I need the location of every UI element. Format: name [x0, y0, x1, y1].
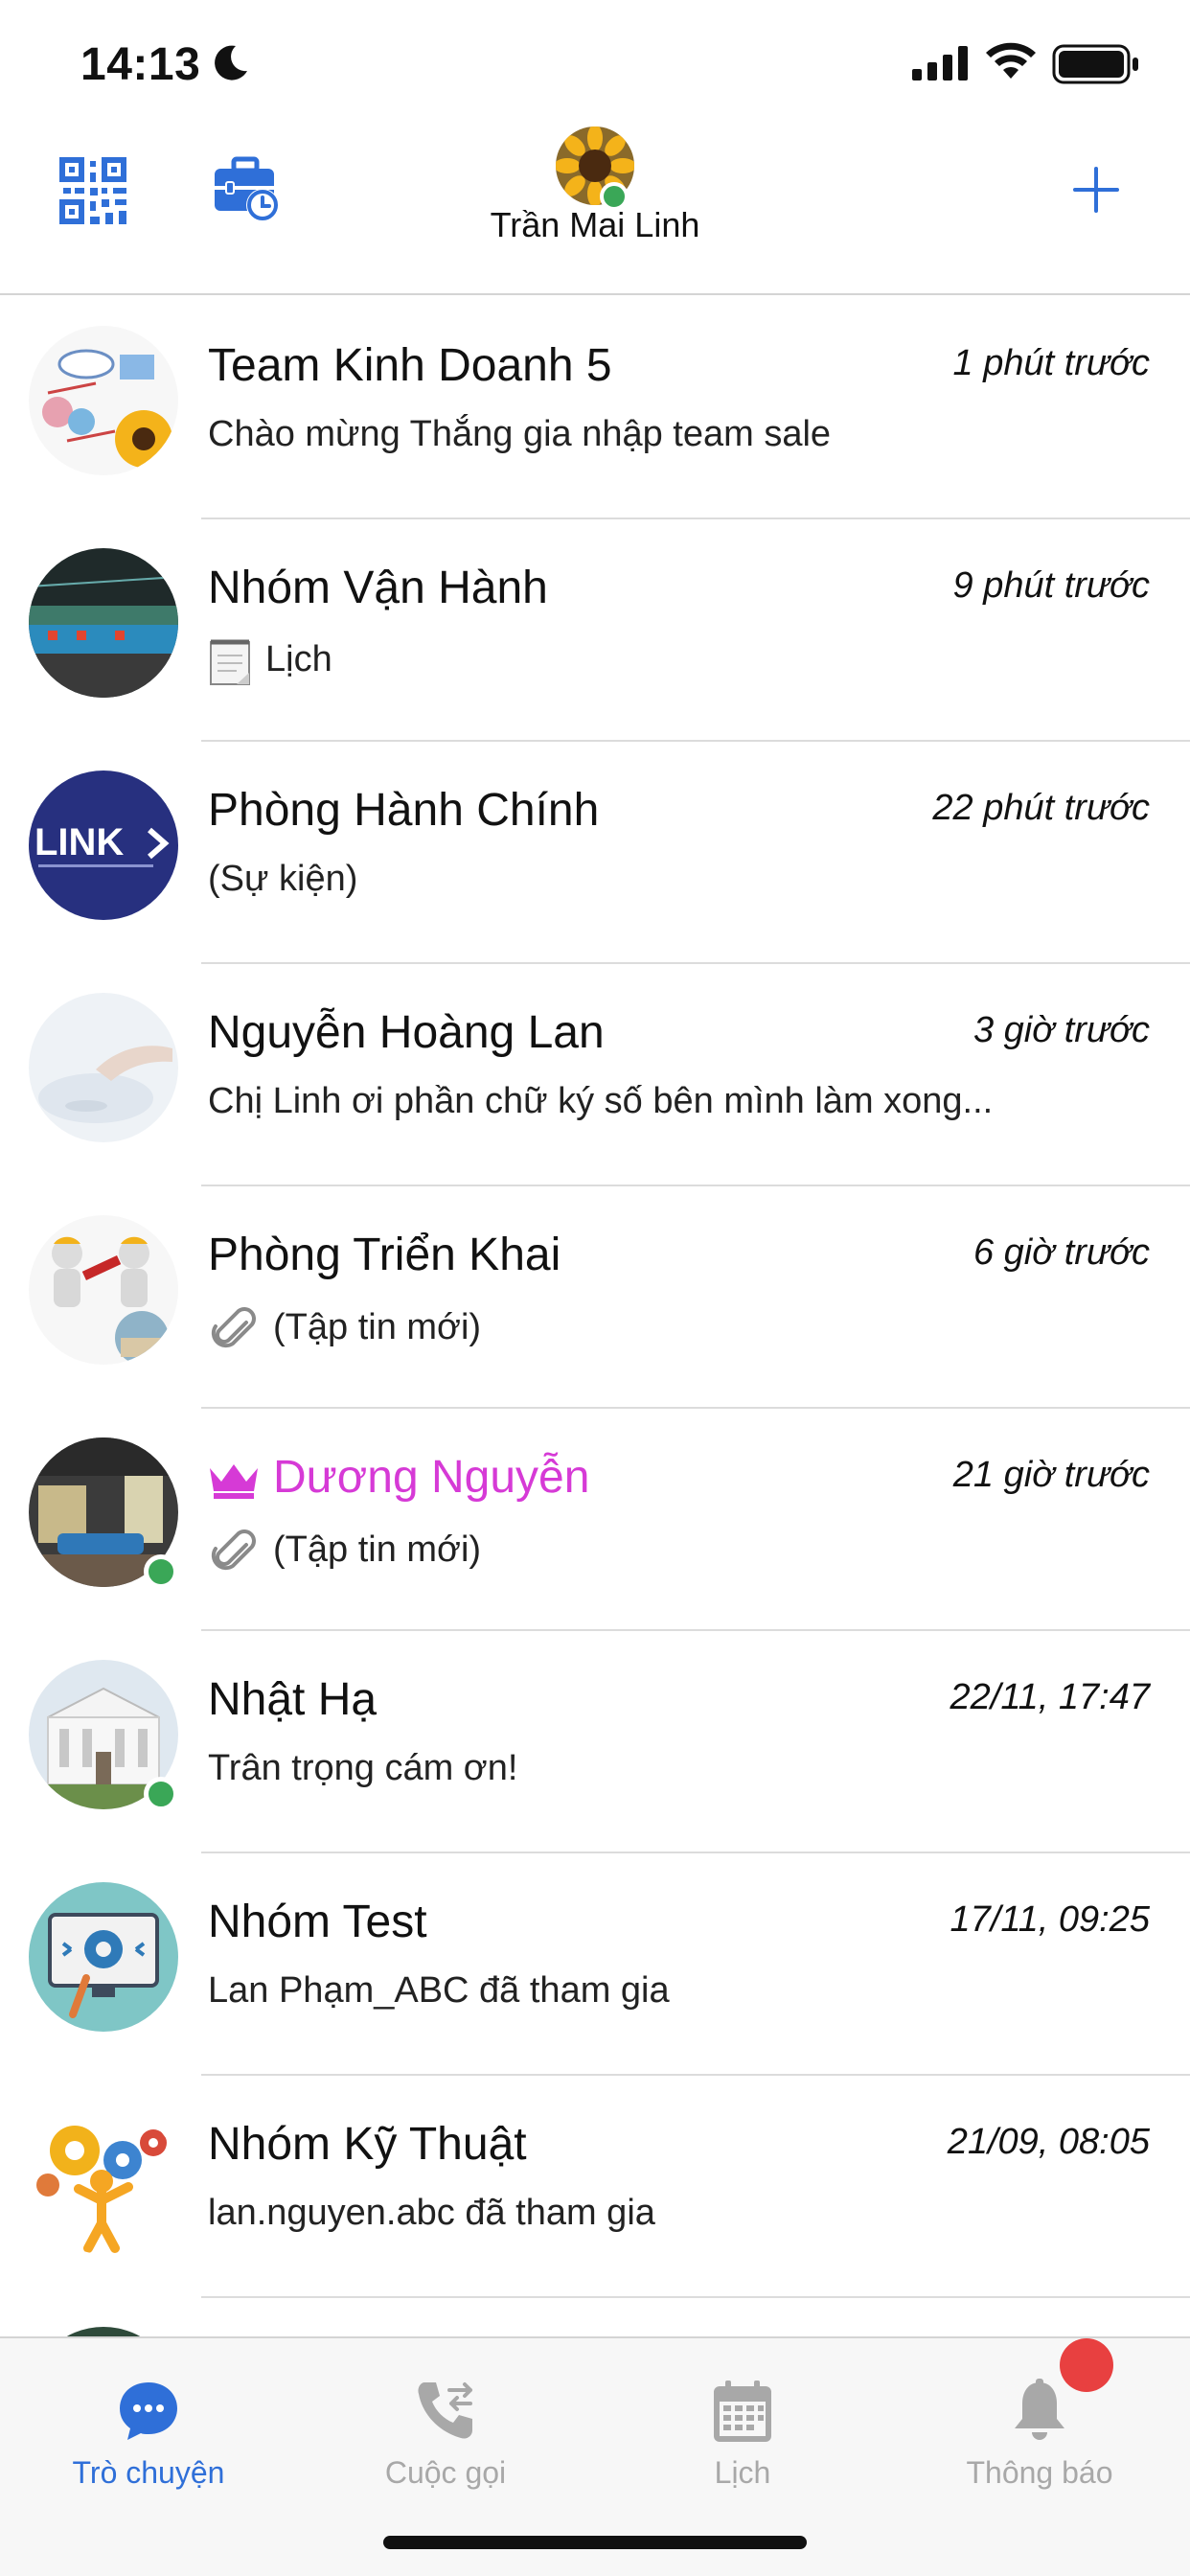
- chat-name: Nhóm Vận Hành: [208, 563, 548, 613]
- online-status-dot: [144, 1777, 178, 1811]
- chat-item[interactable]: Phòng Triển Khai 6 giờ trước (Tập tin mớ…: [0, 1186, 1190, 1409]
- chat-time: 6 giờ trước: [973, 1232, 1150, 1273]
- chat-preview: (Sự kiện): [208, 859, 358, 899]
- status-time: 14:13: [80, 39, 201, 90]
- group-avatar: [29, 2327, 178, 2336]
- chat-name: Nhật Hạ: [208, 1674, 378, 1725]
- tab-chats[interactable]: Trò chuyện: [0, 2358, 297, 2501]
- tab-label: Thông báo: [966, 2455, 1113, 2490]
- tab-label: Cuộc gọi: [384, 2455, 507, 2490]
- paperclip-icon: [211, 1307, 256, 1348]
- chat-preview: (Tập tin mới): [208, 1526, 481, 1577]
- tab-label: Lịch: [714, 2455, 771, 2490]
- chat-name: Phòng Hành Chính: [208, 785, 600, 836]
- group-avatar: [29, 1882, 178, 2032]
- group-avatar: [29, 548, 178, 698]
- chat-item[interactable]: Nhóm Kỹ Thuật 21/09, 08:05 lan.nguyen.ab…: [0, 2076, 1190, 2298]
- chat-time: 3 giờ trước: [973, 1010, 1150, 1050]
- home-indicator[interactable]: [383, 2536, 807, 2549]
- phone-call-icon: [418, 2382, 472, 2439]
- user-name[interactable]: Trần Mai Linh: [0, 205, 1190, 245]
- chat-item[interactable]: Nguyễn Hoàng Lan 3 giờ trước Chị Linh ơi…: [0, 964, 1190, 1186]
- chat-preview-text: (Tập tin mới): [273, 1530, 482, 1571]
- paperclip-icon: [211, 1530, 256, 1571]
- chat-preview: Trân trọng cám ơn!: [208, 1748, 518, 1788]
- chat-time: 17/11, 09:25: [950, 1899, 1150, 1940]
- chat-preview: (Tập tin mới): [208, 1303, 481, 1355]
- moon-icon: [215, 45, 247, 80]
- online-status-dot: [144, 1554, 178, 1589]
- status-bar: 14:13: [0, 0, 1190, 126]
- chat-time: 22 phút trước: [932, 788, 1150, 828]
- chat-name: Dương Nguyễn: [208, 1451, 589, 1504]
- chat-bubble-icon: [120, 2382, 177, 2440]
- chat-time: 1 phút trước: [952, 343, 1150, 383]
- tab-notifications[interactable]: Thông báo: [891, 2358, 1188, 2501]
- chat-time: 9 phút trước: [952, 565, 1150, 606]
- chat-preview: Chào mừng Thắng gia nhập team sale: [208, 414, 832, 454]
- plus-icon[interactable]: [1071, 165, 1121, 215]
- battery-icon: [1052, 44, 1138, 84]
- notification-badge: [1060, 2338, 1113, 2392]
- notepad-icon: [210, 639, 250, 685]
- chat-name-text: Dương Nguyễn: [273, 1452, 590, 1503]
- crown-icon: [210, 1464, 258, 1500]
- tab-label: Trò chuyện: [72, 2455, 225, 2490]
- chat-item[interactable]: [0, 2298, 1190, 2336]
- group-avatar: LINK: [29, 770, 178, 920]
- calendar-icon: [714, 2380, 771, 2442]
- tab-calls[interactable]: Cuộc gọi: [297, 2358, 594, 2501]
- wifi-icon: [986, 42, 1036, 79]
- chat-name: Nhóm Kỹ Thuật: [208, 2119, 527, 2170]
- group-avatar: [29, 326, 178, 475]
- cellular-signal-icon: [912, 46, 968, 80]
- user-avatar: [29, 993, 178, 1142]
- chat-item[interactable]: Nhật Hạ 22/11, 17:47 Trân trọng cám ơn!: [0, 1631, 1190, 1853]
- chat-preview: lan.nguyen.abc đã tham gia: [208, 2193, 655, 2233]
- chat-name: Nhóm Test: [208, 1897, 427, 1947]
- chat-preview-text: Lịch: [265, 639, 332, 680]
- avatar-logo-text: LINK: [34, 821, 124, 863]
- chat-preview-text: (Tập tin mới): [273, 1307, 482, 1348]
- chat-preview: Chị Linh ơi phần chữ ký số bên mình làm …: [208, 1081, 994, 1121]
- chat-preview: Lan Phạm_ABC đã tham gia: [208, 1970, 670, 2011]
- chat-time: 22/11, 17:47: [950, 1677, 1150, 1717]
- tab-calendar[interactable]: Lịch: [594, 2358, 891, 2501]
- group-avatar: [29, 2104, 178, 2254]
- chat-name: Phòng Triển Khai: [208, 1230, 561, 1280]
- group-avatar: [29, 1215, 178, 1365]
- chat-item[interactable]: Nhóm Test 17/11, 09:25 Lan Phạm_ABC đã t…: [0, 1853, 1190, 2076]
- chat-name: Team Kinh Doanh 5: [208, 340, 612, 391]
- chat-item[interactable]: Team Kinh Doanh 5 1 phút trước Chào mừng…: [0, 297, 1190, 519]
- chat-time: 21 giờ trước: [952, 1455, 1150, 1495]
- chat-preview: Lịch: [208, 636, 332, 686]
- chat-item[interactable]: LINK Phòng Hành Chính 22 phút trước (Sự …: [0, 742, 1190, 964]
- chat-time: 21/09, 08:05: [947, 2122, 1150, 2162]
- chat-item[interactable]: Nhóm Vận Hành 9 phút trước Lịch: [0, 519, 1190, 742]
- chat-list: Team Kinh Doanh 5 1 phút trước Chào mừng…: [0, 297, 1190, 2336]
- chat-name: Nguyễn Hoàng Lan: [208, 1007, 605, 1058]
- app-header: Trần Mai Linh: [0, 126, 1190, 295]
- chat-item[interactable]: Dương Nguyễn 21 giờ trước (Tập tin mới): [0, 1409, 1190, 1631]
- bell-icon: [1015, 2379, 1064, 2440]
